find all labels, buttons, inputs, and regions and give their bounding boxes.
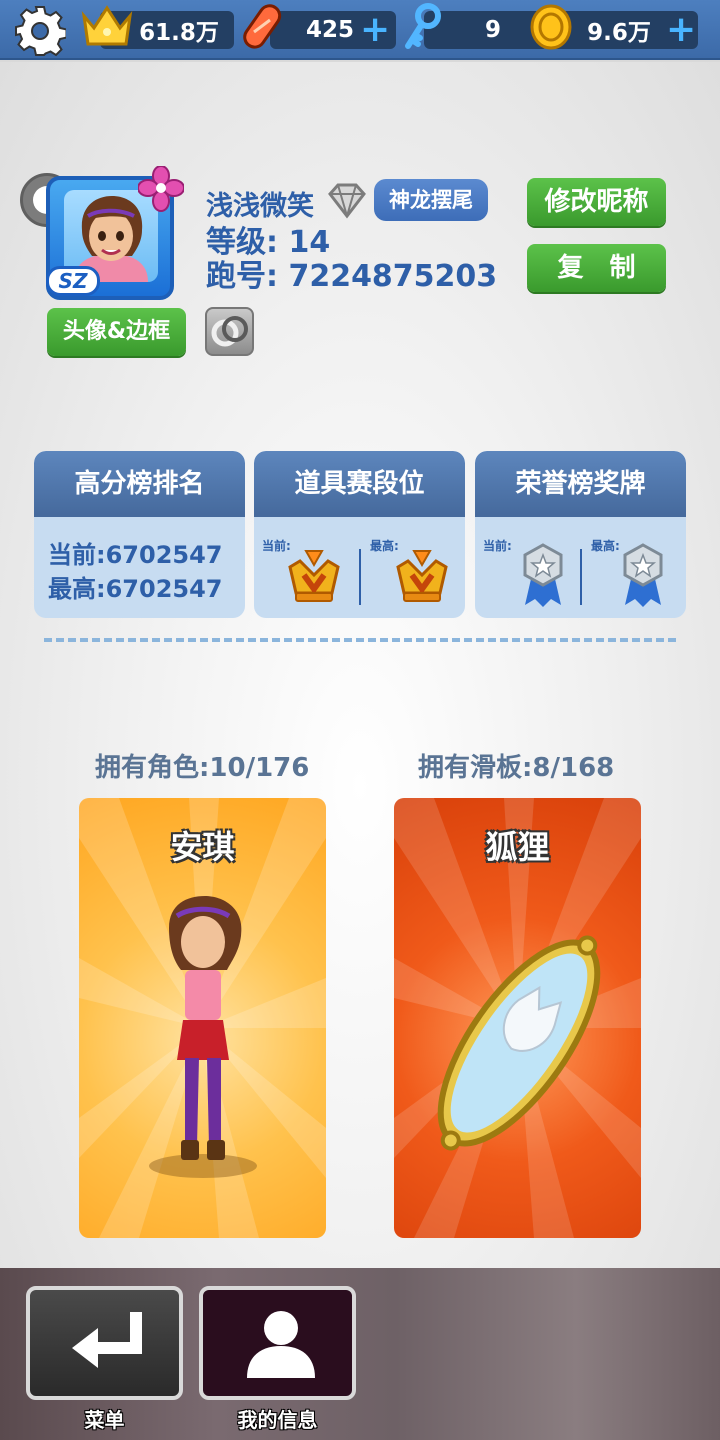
- honor-medal-best-label: 最高:: [591, 539, 620, 553]
- board-name: 狐狸: [485, 828, 550, 866]
- section-divider: [44, 638, 676, 642]
- settings-gear-icon[interactable]: [14, 5, 66, 57]
- return-arrow-icon: [72, 1312, 142, 1368]
- card-divider: [580, 549, 582, 605]
- owned-boards-count: 拥有滑板:8/168: [418, 753, 615, 783]
- highscore-card-title: 高分榜排名: [34, 451, 245, 517]
- honor-medal-card-title: 荣誉榜奖牌: [475, 451, 686, 517]
- menu-button[interactable]: [26, 1286, 183, 1400]
- character-name: 安琪: [170, 828, 235, 866]
- avatar-frame-button[interactable]: 头像&边框: [47, 308, 186, 356]
- owned-characters-count: 拥有角色:10/176: [95, 753, 310, 783]
- my-info-label: 我的信息: [237, 1408, 318, 1432]
- gold-league-medal-best-icon: [396, 550, 448, 602]
- highscore-current: 当前:6702547: [48, 541, 223, 569]
- coin-count: 9.6万: [587, 20, 651, 46]
- copy-id-button[interactable]: 复 制: [527, 244, 666, 292]
- character-showcase-card[interactable]: 安琪: [79, 798, 326, 1238]
- item-league-card-title: 道具赛段位: [254, 451, 465, 517]
- rename-button[interactable]: 修改昵称: [527, 178, 666, 226]
- honor-medal-card[interactable]: 荣誉榜奖牌 当前: 最高:: [475, 451, 686, 618]
- avatar[interactable]: SZ: [46, 166, 184, 300]
- highscore-best: 最高:6702547: [48, 575, 223, 603]
- key-icon: [405, 3, 441, 49]
- flower-icon: [138, 166, 184, 212]
- my-info-button[interactable]: [199, 1286, 356, 1400]
- board-showcase-card[interactable]: 狐狸: [394, 798, 641, 1238]
- hoverboard-count: 425: [305, 17, 354, 43]
- item-league-card[interactable]: 道具赛段位 当前: 最高:: [254, 451, 465, 618]
- buy-coins-button[interactable]: +: [666, 12, 696, 48]
- coin-icon: [530, 4, 572, 50]
- trophy-count: 61.8万: [139, 20, 219, 46]
- fox-hoverboard-icon: [437, 935, 601, 1151]
- character-figure-icon: [149, 896, 257, 1178]
- player-runner-id: 跑号: 7224875203: [206, 259, 498, 294]
- ring-icon[interactable]: [205, 307, 254, 356]
- gold-league-medal-icon: [288, 550, 340, 602]
- diamond-rank-icon: [328, 183, 366, 219]
- key-count: 9: [484, 17, 501, 43]
- avatar-badge: SZ: [46, 266, 100, 296]
- buy-hoverboards-button[interactable]: +: [360, 12, 390, 48]
- player-title-badge[interactable]: 神龙摆尾: [374, 179, 488, 221]
- silver-star-medal-icon: [523, 543, 563, 607]
- menu-label: 菜单: [84, 1408, 125, 1432]
- crown-icon: [81, 5, 133, 46]
- currency-bar: 61.8万 425 + 9 9.6万 +: [0, 0, 720, 60]
- ring-emblem-icon: [211, 316, 248, 347]
- user-profile-icon: [247, 1311, 315, 1378]
- honor-medal-current-label: 当前:: [483, 539, 512, 553]
- hoverboard-icon: [243, 4, 282, 49]
- highscore-rank-card[interactable]: 高分榜排名 当前:6702547 最高:6702547: [34, 451, 245, 618]
- card-divider: [359, 549, 361, 605]
- silver-star-medal-best-icon: [623, 543, 663, 607]
